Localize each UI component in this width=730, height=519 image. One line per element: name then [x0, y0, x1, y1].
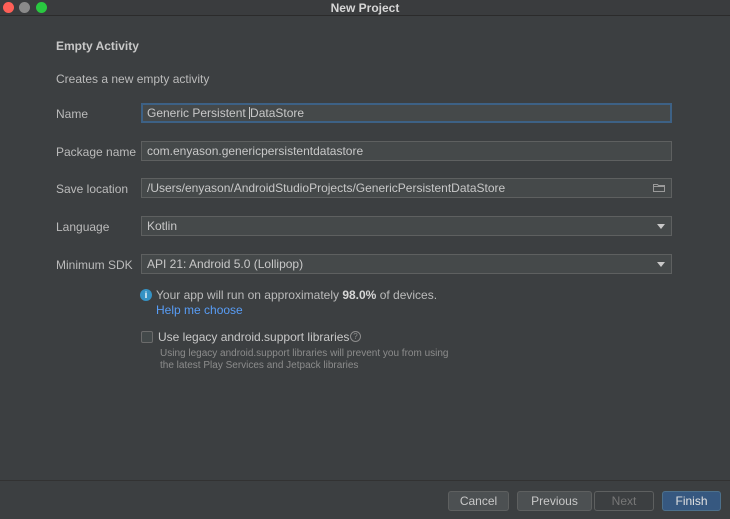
cancel-button[interactable]: Cancel	[448, 491, 509, 511]
minimum-sdk-label: Minimum SDK	[56, 258, 133, 272]
save-location-label: Save location	[56, 182, 129, 196]
section-title: Empty Activity	[56, 39, 139, 53]
finish-button[interactable]: Finish	[662, 491, 721, 511]
name-input-text-after: DataStore	[250, 106, 305, 120]
next-button[interactable]: Next	[594, 491, 654, 511]
legacy-hint-line-1: Using legacy android.support libraries w…	[160, 348, 449, 359]
device-coverage-text: Your app will run on approximately 98.0%…	[156, 288, 438, 302]
folder-icon[interactable]	[653, 183, 665, 192]
package-name-label: Package name	[56, 145, 137, 159]
language-label: Language	[56, 220, 110, 234]
chevron-down-icon	[657, 224, 665, 229]
legacy-support-label[interactable]: Use legacy android.support libraries	[158, 330, 349, 344]
language-select[interactable]: Kotlin	[141, 216, 672, 236]
previous-button[interactable]: Previous	[517, 491, 592, 511]
save-location-value: /Users/enyason/AndroidStudioProjects/Gen…	[147, 181, 506, 195]
minimum-sdk-selected-value: API 21: Android 5.0 (Lollipop)	[147, 257, 304, 271]
legacy-support-checkbox[interactable]	[141, 331, 153, 343]
package-name-input[interactable]: com.enyason.genericpersistentdatastore	[141, 141, 672, 161]
legacy-hint-line-2: the latest Play Services and Jetpack lib…	[160, 360, 359, 371]
window-title: New Project	[330, 1, 400, 15]
info-icon: i	[140, 289, 152, 301]
section-description: Creates a new empty activity	[56, 72, 210, 86]
coverage-percentage: 98.0%	[342, 288, 377, 302]
minimum-sdk-select[interactable]: API 21: Android 5.0 (Lollipop)	[141, 254, 672, 274]
name-input[interactable]: Generic Persistent DataStore	[141, 103, 672, 123]
title-bar: New Project	[0, 0, 730, 16]
help-me-choose-link[interactable]: Help me choose	[156, 303, 243, 317]
package-name-value: com.enyason.genericpersistentdatastore	[147, 144, 364, 158]
language-selected-value: Kotlin	[147, 219, 178, 233]
chevron-down-icon	[657, 262, 665, 267]
device-coverage-info: i Your app will run on approximately 98.…	[140, 288, 437, 302]
save-location-input[interactable]: /Users/enyason/AndroidStudioProjects/Gen…	[141, 178, 672, 198]
name-input-text-before: Generic Persistent	[147, 106, 250, 120]
question-icon[interactable]: ?	[350, 331, 361, 342]
name-label: Name	[56, 107, 89, 121]
